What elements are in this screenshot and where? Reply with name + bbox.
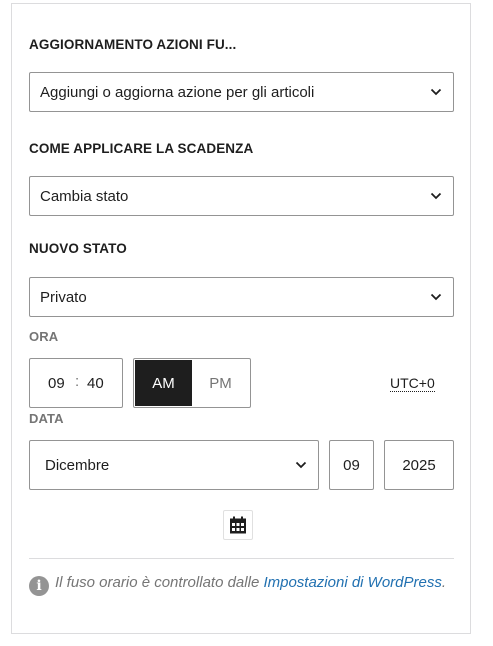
expiration-method-value: Cambia stato: [40, 187, 129, 205]
hour-input[interactable]: 09: [48, 375, 65, 392]
new-status-select[interactable]: Privato: [29, 277, 454, 317]
chevron-down-icon: [430, 293, 442, 301]
minute-input[interactable]: 40: [87, 375, 104, 392]
time-field: 09 : 40: [29, 358, 123, 408]
note-end: .: [441, 574, 447, 591]
chevron-down-icon: [430, 88, 442, 96]
month-select[interactable]: Dicembre: [29, 440, 319, 490]
time-separator: :: [75, 373, 80, 390]
chevron-down-icon: [430, 192, 442, 200]
calendar-button[interactable]: [223, 510, 253, 540]
action-select[interactable]: Aggiungi o aggiorna azione per gli artic…: [29, 72, 454, 112]
info-icon: i: [29, 576, 49, 596]
new-status-label: NUOVO STATO: [29, 241, 127, 256]
divider: [29, 558, 454, 559]
date-label: DATA: [29, 411, 64, 426]
action-select-value: Aggiungi o aggiorna azione per gli artic…: [40, 83, 315, 101]
timezone-note: i Il fuso orario è controllato dalle Impo…: [29, 570, 449, 596]
year-input[interactable]: 2025: [384, 440, 454, 490]
calendar-icon: [230, 516, 246, 534]
note-text: Il fuso orario è controllato dalle: [55, 574, 264, 591]
am-button[interactable]: AM: [135, 360, 192, 406]
wordpress-settings-link[interactable]: Impostazioni di WordPress: [263, 574, 441, 591]
expiration-method-select[interactable]: Cambia stato: [29, 176, 454, 216]
time-label: ORA: [29, 329, 59, 344]
day-input[interactable]: 09: [329, 440, 374, 490]
pm-button[interactable]: PM: [192, 360, 249, 406]
expiration-method-label: COME APPLICARE LA SCADENZA: [29, 141, 254, 156]
am-pm-toggle: AM PM: [133, 358, 251, 408]
action-label: AGGIORNAMENTO AZIONI FU...: [29, 37, 237, 52]
timezone-indicator[interactable]: UTC+0: [390, 375, 435, 392]
new-status-value: Privato: [40, 288, 87, 306]
month-value: Dicembre: [45, 456, 110, 474]
chevron-down-icon: [295, 461, 307, 469]
